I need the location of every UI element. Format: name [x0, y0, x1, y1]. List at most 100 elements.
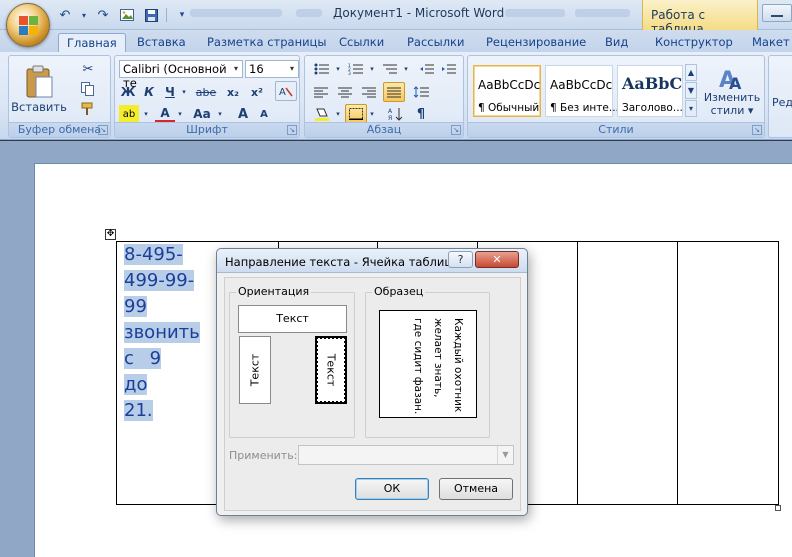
cell-line: с 9 до	[124, 348, 162, 395]
blurred-text	[575, 9, 630, 17]
office-button[interactable]	[6, 3, 50, 47]
italic-button[interactable]: К	[140, 83, 158, 101]
orientation-label: Текст	[248, 353, 262, 387]
dialog-launcher-icon[interactable]: ↘	[451, 125, 461, 135]
redo-icon[interactable]: ↷	[94, 6, 112, 24]
sort-icon[interactable]: AЯ	[385, 105, 407, 123]
cut-icon[interactable]: ✂	[79, 60, 97, 78]
chevron-down-icon: ▾	[289, 64, 294, 73]
align-right-icon[interactable]	[359, 83, 379, 101]
sample-preview: Каждый охотник желает знать, где сидит ф…	[379, 310, 477, 418]
styles-scroll-up-icon[interactable]: ▲	[685, 64, 697, 81]
dialog-launcher-icon[interactable]: ↘	[287, 125, 297, 135]
chevron-down-icon[interactable]: ▾	[175, 105, 185, 123]
tab-view[interactable]: Вид	[605, 33, 628, 52]
format-painter-icon[interactable]	[79, 100, 97, 118]
table-column-border[interactable]	[677, 242, 678, 504]
help-button[interactable]: ?	[448, 251, 473, 268]
dialog-launcher-icon[interactable]: ↘	[98, 125, 108, 135]
close-button[interactable]: ✕	[475, 251, 519, 268]
change-styles-button[interactable]: AA Изменить стили ▾	[704, 61, 760, 121]
chevron-down-icon[interactable]: ▾	[368, 60, 376, 78]
dialog-launcher-icon[interactable]: ↘	[752, 125, 762, 135]
font-size-combo[interactable]: 16 ▾	[245, 60, 299, 78]
line-spacing-icon[interactable]	[411, 83, 431, 101]
table-column-border[interactable]	[577, 242, 578, 504]
svg-text:A: A	[279, 87, 286, 97]
chevron-down-icon[interactable]: ▾	[141, 105, 151, 123]
style-normal[interactable]: AaBbCcDc ¶ Обычный	[473, 65, 541, 117]
subscript-button[interactable]: x₂	[223, 83, 243, 101]
style-heading-1[interactable]: AaBbC Заголово...	[617, 65, 683, 117]
cell-line: 21.	[124, 400, 153, 421]
shading-icon[interactable]	[311, 105, 333, 123]
superscript-button[interactable]: x²	[247, 83, 267, 101]
office-logo-icon	[19, 16, 39, 36]
minimize-button[interactable]	[762, 4, 792, 22]
grow-font-button[interactable]: A	[233, 105, 253, 123]
shrink-font-button[interactable]: A	[255, 105, 273, 123]
styles-more-icon[interactable]: ▾	[685, 100, 697, 117]
underline-button[interactable]: Ч	[161, 83, 179, 101]
tab-home[interactable]: Главная	[58, 33, 126, 53]
borders-icon[interactable]	[345, 104, 367, 124]
table-move-handle-icon[interactable]: ✥	[105, 229, 116, 240]
group-editing: Реда	[768, 55, 792, 138]
styles-scroll-down-icon[interactable]: ▼	[685, 82, 697, 99]
orientation-bottom-to-top-option[interactable]: Текст	[239, 336, 271, 404]
pilcrow-icon[interactable]: ¶	[411, 105, 431, 123]
editing-label[interactable]: Реда	[772, 96, 792, 109]
picture-icon[interactable]	[118, 6, 136, 24]
change-case-button[interactable]: Aa	[189, 105, 215, 123]
align-left-icon[interactable]	[311, 83, 331, 101]
ribbon-tabs: Главная Вставка Разметка страницы Ссылки…	[0, 30, 792, 53]
ribbon: Вставить ✂ Буфер обмена ↘ Calibri (Основ…	[0, 52, 792, 140]
blurred-text	[190, 9, 282, 17]
customize-qat-icon[interactable]: ▾	[173, 6, 191, 24]
sample-line: где сидит фазан.	[412, 318, 424, 415]
table-cell-text[interactable]: 8-495- 499-99- 99 звонить с 9 до 21.	[124, 242, 200, 424]
strikethrough-button[interactable]: abe	[193, 83, 219, 101]
clipboard-icon	[26, 65, 53, 97]
clear-formatting-icon[interactable]: A	[275, 81, 297, 101]
chevron-down-icon[interactable]: ▾	[402, 60, 410, 78]
increase-indent-icon[interactable]	[439, 60, 459, 78]
tab-references[interactable]: Ссылки	[339, 33, 384, 52]
chevron-down-icon[interactable]: ▾	[334, 105, 342, 123]
style-no-spacing[interactable]: AaBbCcDc ¶ Без инте...	[545, 65, 619, 117]
paste-button[interactable]: Вставить	[11, 59, 67, 119]
orientation-horizontal-option[interactable]: Текст	[238, 305, 347, 333]
cancel-button[interactable]: Отмена	[439, 478, 513, 500]
undo-icon[interactable]: ↶	[56, 6, 74, 24]
orientation-top-to-bottom-option[interactable]: Текст	[315, 336, 347, 404]
ok-button[interactable]: ОК	[355, 478, 429, 500]
apply-to-select[interactable]: ▼	[298, 445, 514, 465]
qat-separator	[166, 8, 167, 22]
tab-design[interactable]: Конструктор	[655, 33, 733, 52]
chevron-down-icon[interactable]: ▾	[215, 105, 225, 123]
font-name-combo[interactable]: Calibri (Основной те ▾	[119, 60, 243, 90]
highlight-button[interactable]: ab	[119, 105, 139, 123]
copy-icon[interactable]	[79, 80, 97, 98]
tab-insert[interactable]: Вставка	[137, 33, 186, 52]
tab-page-layout[interactable]: Разметка страницы	[207, 33, 326, 52]
cell-line: звонить	[124, 322, 200, 343]
align-center-icon[interactable]	[335, 83, 355, 101]
tab-review[interactable]: Рецензирование	[486, 33, 586, 52]
chevron-down-icon[interactable]: ▾	[334, 60, 342, 78]
tab-layout[interactable]: Макет	[752, 33, 790, 52]
bullets-icon[interactable]	[311, 60, 333, 78]
undo-dropdown-icon[interactable]: ▾	[80, 6, 88, 24]
chevron-down-icon[interactable]: ▾	[179, 83, 189, 101]
numbering-icon[interactable]: 123	[345, 60, 367, 78]
tab-mailings[interactable]: Рассылки	[407, 33, 464, 52]
multilevel-list-icon[interactable]	[379, 60, 401, 78]
chevron-down-icon[interactable]: ▾	[368, 105, 376, 123]
justify-icon[interactable]	[383, 82, 405, 102]
table-resize-handle[interactable]	[775, 505, 781, 511]
chevron-down-icon: ▾	[233, 64, 238, 73]
save-icon[interactable]	[142, 6, 160, 24]
decrease-indent-icon[interactable]	[417, 60, 437, 78]
font-color-button[interactable]: A	[155, 105, 175, 123]
bold-button[interactable]: Ж	[119, 83, 137, 101]
